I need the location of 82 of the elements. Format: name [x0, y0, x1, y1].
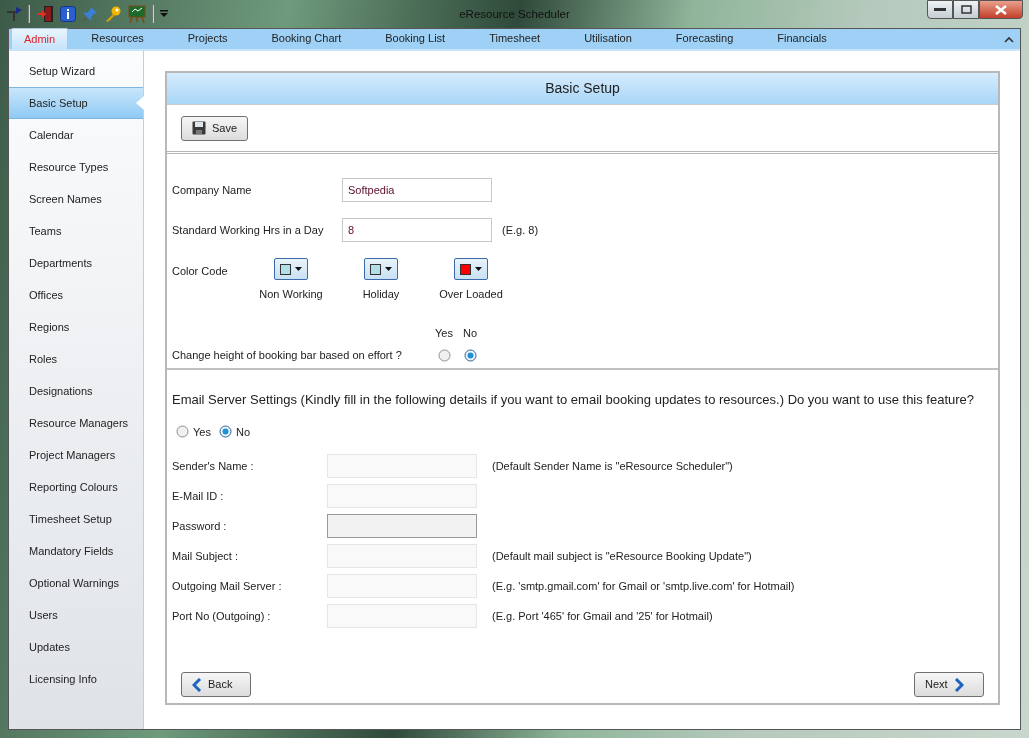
caret-icon: [385, 267, 392, 271]
hint-text: (E.g. Port '465' for Gmail and '25' for Hotmail): [492, 608, 713, 624]
tab[interactable]: Admin: [11, 28, 69, 49]
question-text: Change height of booking bar based on effort ?: [172, 348, 403, 363]
radio-icon: [176, 425, 189, 439]
field-label: Company Name: [172, 182, 253, 198]
field-label: Mail Subject :: [172, 548, 240, 564]
sidebar-item[interactable]: Calendar: [9, 119, 143, 151]
back-button[interactable]: Back: [181, 672, 251, 697]
field-label: Sender's Name :: [172, 458, 255, 474]
tab[interactable]: Forecasting: [654, 28, 755, 49]
radio-button[interactable]: Yes: [176, 423, 211, 440]
sidebar-item[interactable]: Offices: [9, 279, 143, 311]
sidebar-item[interactable]: Regions: [9, 311, 143, 343]
collapse-ribbon-icon[interactable]: [1004, 35, 1014, 43]
option-label: Yes: [434, 325, 454, 341]
sidebar-item[interactable]: Updates: [9, 631, 143, 663]
sidebar-item[interactable]: Screen Names: [9, 183, 143, 215]
tab[interactable]: Utilisation: [563, 28, 653, 49]
field-label: Outgoing Mail Server :: [172, 578, 283, 594]
radio-icon: [218, 425, 232, 439]
close-button[interactable]: [979, 0, 1023, 19]
minimize-button[interactable]: [927, 0, 953, 19]
tab[interactable]: Resources: [70, 28, 165, 49]
input-field[interactable]: [327, 514, 477, 538]
radio-button[interactable]: No: [218, 423, 250, 440]
sidebar-item[interactable]: Project Managers: [9, 439, 143, 471]
tab[interactable]: Booking List: [364, 28, 467, 49]
maximize-button[interactable]: [953, 0, 979, 19]
maximize-icon: [960, 5, 972, 14]
color-picker[interactable]: [454, 258, 488, 280]
sidebar-item[interactable]: Licensing Info: [9, 663, 143, 695]
next-button[interactable]: Next: [914, 672, 984, 697]
minimize-icon: [934, 7, 946, 12]
left-chevron-icon: [192, 677, 202, 692]
field-label: Standard Working Hrs in a Day: [172, 222, 325, 238]
email-settings-text: Email Server Settings (Kindly fill in the following details if you want to email booking updates to resources.) Do you want to use this feature?: [172, 391, 976, 409]
input-field[interactable]: Softpedia: [342, 178, 492, 202]
save-button[interactable]: Save: [181, 115, 249, 141]
color-label: Non Working: [259, 287, 323, 302]
panel-title: Basic Setup: [545, 80, 620, 96]
input-field[interactable]: 8: [342, 218, 492, 242]
hint-text: (Default mail subject is "eResource Booking Update"): [492, 548, 752, 564]
sidebar-item[interactable]: Departments: [9, 247, 143, 279]
tab[interactable]: Projects: [166, 28, 249, 49]
sidebar-item[interactable]: Teams: [9, 215, 143, 247]
window-title: eResource Scheduler: [459, 8, 570, 20]
color-picker[interactable]: [274, 258, 308, 280]
sidebar-item[interactable]: Designations: [9, 375, 143, 407]
hint-text: (E.g. 'smtp.gmail.com' for Gmail or 'smtp.live.com' for Hotmail): [492, 578, 795, 594]
sidebar-item[interactable]: Timesheet Setup: [9, 503, 143, 535]
color-label: Over Loaded: [439, 287, 503, 302]
sidebar-item[interactable]: Basic Setup: [9, 87, 143, 119]
hint-text: (Default Sender Name is "eResource Scheduler"): [492, 458, 733, 474]
hint-text: (E.g. 8): [502, 222, 539, 238]
option-label: No: [461, 325, 479, 341]
tab[interactable]: Booking Chart: [250, 28, 363, 49]
color-label: Holiday: [362, 287, 400, 302]
field-label: Port No (Outgoing) :: [172, 608, 272, 624]
sidebar-item[interactable]: Optional Warnings: [9, 567, 143, 599]
customize-caret-icon[interactable]: [160, 10, 168, 18]
sidebar-item[interactable]: Roles: [9, 343, 143, 375]
tab[interactable]: Financials: [756, 28, 848, 49]
sidebar-item[interactable]: Setup Wizard: [9, 55, 143, 87]
color-picker[interactable]: [364, 258, 398, 280]
info-icon[interactable]: [60, 6, 76, 22]
chalkboard-icon[interactable]: [128, 5, 146, 23]
right-chevron-icon: [953, 677, 964, 692]
caret-icon: [475, 267, 482, 271]
sidebar-item[interactable]: Resource Managers: [9, 407, 143, 439]
caret-icon: [295, 267, 302, 271]
sidebar-item[interactable]: Reporting Colours: [9, 471, 143, 503]
exit-door-icon[interactable]: [36, 5, 54, 23]
sidebar-item[interactable]: Mandatory Fields: [9, 535, 143, 567]
close-icon: [995, 4, 1007, 15]
field-label: E-Mail ID :: [172, 488, 225, 504]
field-label: Color Code: [172, 264, 229, 279]
sidebar-item[interactable]: Resource Types: [9, 151, 143, 183]
key-icon[interactable]: [104, 6, 122, 22]
sidebar-item[interactable]: Users: [9, 599, 143, 631]
tab[interactable]: Timesheet: [468, 28, 562, 49]
field-label: Password :: [172, 518, 228, 534]
